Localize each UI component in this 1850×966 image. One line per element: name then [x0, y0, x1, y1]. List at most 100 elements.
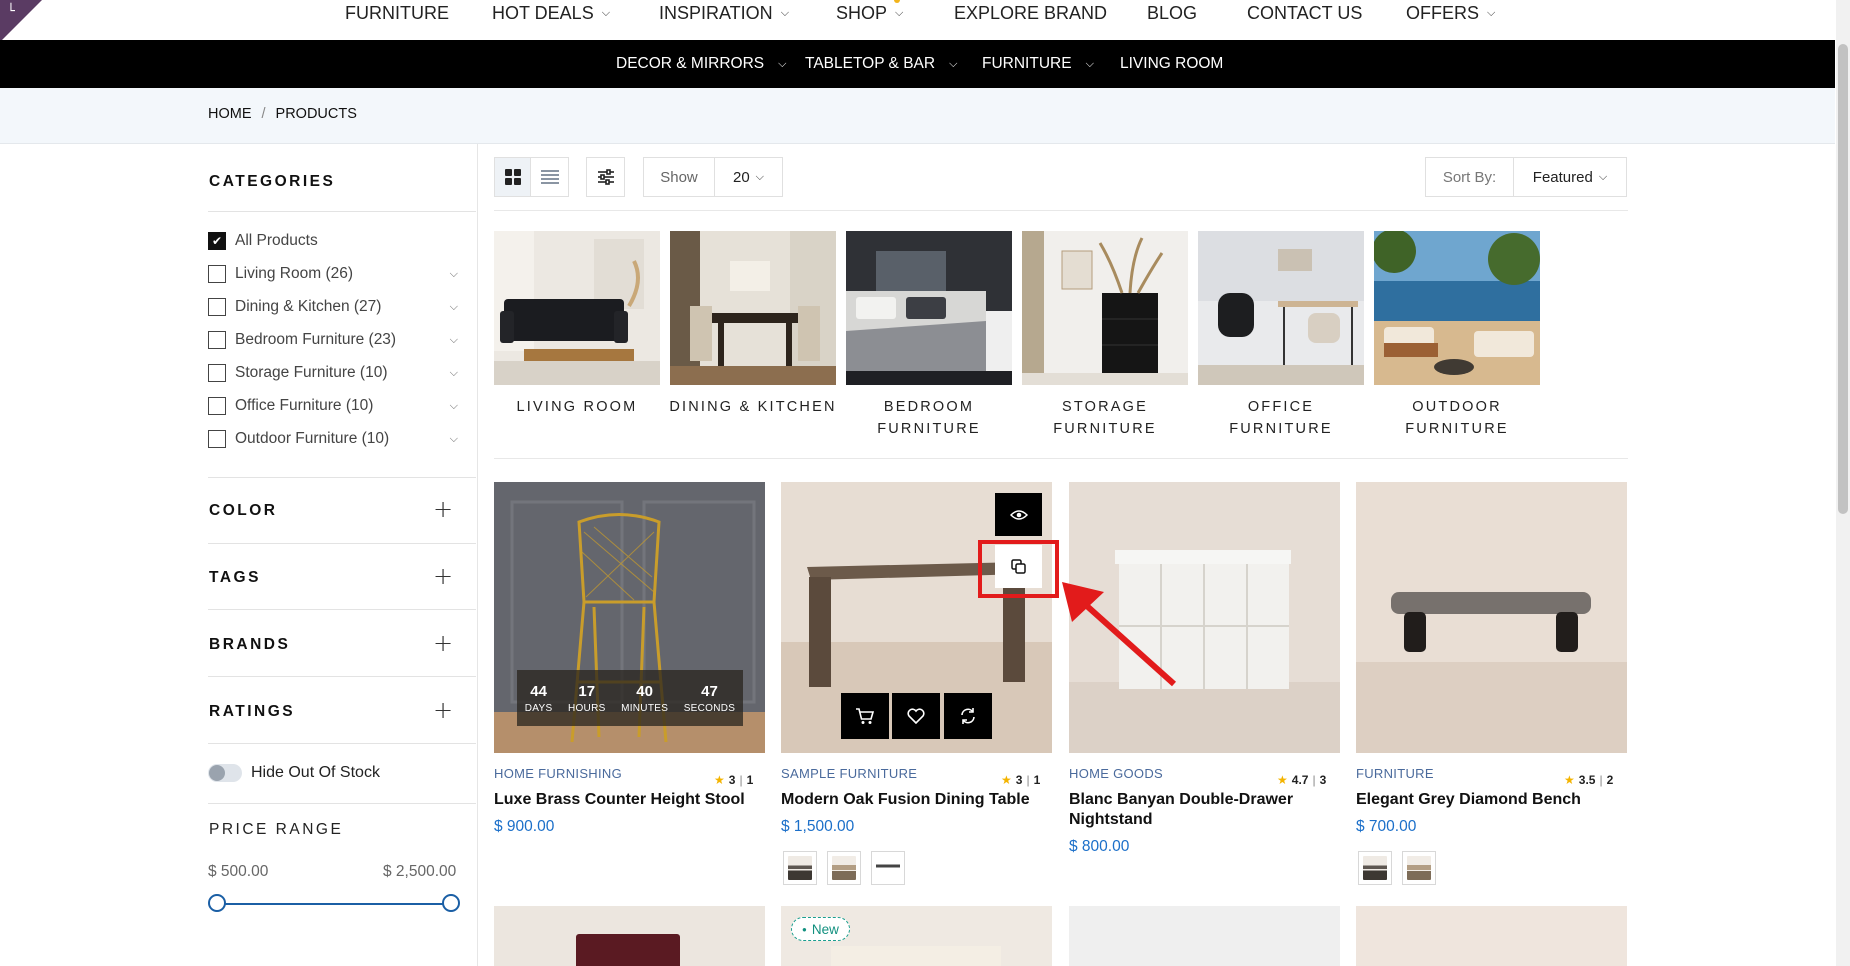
- divider: [208, 743, 476, 744]
- nav-explore-brand[interactable]: EXPLORE BRAND: [954, 0, 1107, 26]
- category-all-products[interactable]: ✔ All Products: [208, 230, 458, 252]
- breadcrumb: HOME / PRODUCTS: [208, 106, 357, 122]
- color-swatch[interactable]: [827, 851, 861, 885]
- wishlist-button[interactable]: [892, 693, 940, 739]
- breadcrumb-current: PRODUCTS: [275, 106, 357, 122]
- checkbox[interactable]: [208, 397, 226, 415]
- checkbox[interactable]: [208, 298, 226, 316]
- divider: [208, 477, 476, 478]
- breadcrumb-home[interactable]: HOME: [208, 106, 252, 122]
- subnav-tabletop-bar[interactable]: TABLETOP & BAR ⌵: [805, 40, 957, 88]
- product-category[interactable]: HOME GOODS: [1069, 766, 1163, 781]
- plus-icon[interactable]: +: [433, 631, 453, 655]
- tile-label-office-furniture[interactable]: OFFICE FURNITURE: [1193, 396, 1369, 440]
- checkbox-checked[interactable]: ✔: [208, 232, 226, 250]
- add-to-cart-button[interactable]: [841, 693, 889, 739]
- chevron-down-icon[interactable]: ⌵: [450, 432, 458, 446]
- product-image-row2-3[interactable]: [1069, 906, 1340, 966]
- product-image-row2-1[interactable]: [494, 906, 765, 966]
- compare-refresh-button[interactable]: [944, 693, 992, 739]
- nav-contact-us[interactable]: CONTACT US: [1247, 0, 1362, 26]
- chevron-down-icon: ⌵: [755, 170, 765, 183]
- chevron-down-icon: ⌵: [1487, 6, 1496, 19]
- subnav-decor-mirrors[interactable]: DECOR & MIRRORS ⌵: [616, 40, 786, 88]
- subnav-furniture[interactable]: FURNITURE ⌵: [982, 40, 1094, 88]
- filter-color-title[interactable]: COLOR: [209, 502, 277, 520]
- category-bedroom-furniture[interactable]: Bedroom Furniture (23) ⌵: [208, 329, 458, 351]
- product-name[interactable]: Modern Oak Fusion Dining Table: [781, 790, 1051, 810]
- star-icon: ★: [1564, 773, 1575, 787]
- sort-select[interactable]: Featured ⌵: [1513, 157, 1627, 197]
- checkbox[interactable]: [208, 265, 226, 283]
- new-badge: ● New: [791, 917, 850, 941]
- chevron-down-icon[interactable]: ⌵: [450, 333, 458, 347]
- category-storage-furniture[interactable]: Storage Furniture (10) ⌵: [208, 362, 458, 384]
- product-category[interactable]: SAMPLE FURNITURE: [781, 766, 917, 781]
- tile-image-office-furniture[interactable]: [1198, 231, 1364, 385]
- filter-ratings-title[interactable]: RATINGS: [209, 703, 295, 721]
- tile-label-outdoor-furniture[interactable]: OUTDOOR FURNITURE: [1369, 396, 1545, 440]
- filter-button[interactable]: [586, 157, 625, 197]
- chevron-down-icon: ⌵: [895, 6, 904, 19]
- tile-image-storage-furniture[interactable]: [1022, 231, 1188, 385]
- show-count-value: 20: [732, 168, 750, 186]
- nav-inspiration[interactable]: INSPIRATION ⌵: [659, 0, 789, 26]
- list-view-button[interactable]: [530, 157, 569, 197]
- price-slider-max-handle[interactable]: [442, 894, 460, 912]
- quick-view-button[interactable]: [995, 493, 1042, 536]
- category-dining-kitchen[interactable]: Dining & Kitchen (27) ⌵: [208, 296, 458, 318]
- product-rating: ★ 3 | 1: [714, 773, 754, 787]
- product-name[interactable]: Blanc Banyan Double-Drawer Nightstand: [1069, 790, 1339, 830]
- product-image-row2-4[interactable]: [1356, 906, 1627, 966]
- plus-icon[interactable]: +: [433, 698, 453, 722]
- tile-label-dining-kitchen[interactable]: DINING & KITCHEN: [665, 396, 841, 418]
- color-swatch[interactable]: [1402, 851, 1436, 885]
- chevron-down-icon[interactable]: ⌵: [450, 300, 458, 314]
- color-swatch[interactable]: [1358, 851, 1392, 885]
- hide-out-of-stock-toggle[interactable]: [208, 764, 242, 782]
- nav-blog[interactable]: BLOG: [1147, 0, 1197, 26]
- cart-icon: [856, 708, 875, 724]
- corner-arrow-icon[interactable]: └: [7, 4, 15, 19]
- category-office-furniture[interactable]: Office Furniture (10) ⌵: [208, 395, 458, 417]
- tile-image-outdoor-furniture[interactable]: [1374, 231, 1540, 385]
- nav-furniture[interactable]: FURNITURE: [345, 0, 449, 26]
- grid-view-button[interactable]: [494, 157, 531, 197]
- filter-brands-title[interactable]: BRANDS: [209, 636, 290, 654]
- category-label: Office Furniture (10): [235, 397, 374, 414]
- tile-image-living-room[interactable]: [494, 231, 660, 385]
- tile-image-bedroom-furniture[interactable]: [846, 231, 1012, 385]
- checkbox[interactable]: [208, 430, 226, 448]
- product-name[interactable]: Luxe Brass Counter Height Stool: [494, 790, 764, 810]
- price-max: $ 2,500.00: [383, 863, 457, 880]
- show-count-select[interactable]: 20 ⌵: [714, 157, 783, 197]
- checkbox[interactable]: [208, 364, 226, 382]
- subnav-living-room[interactable]: LIVING ROOM: [1120, 40, 1223, 88]
- tile-label-storage-furniture[interactable]: STORAGE FURNITURE: [1017, 396, 1193, 440]
- plus-icon[interactable]: +: [433, 564, 453, 588]
- nav-offers[interactable]: OFFERS ⌵: [1406, 0, 1495, 26]
- nav-hot-deals[interactable]: HOT DEALS ⌵: [492, 0, 610, 26]
- scrollbar-thumb[interactable]: [1838, 44, 1848, 514]
- category-living-room[interactable]: Living Room (26) ⌵: [208, 263, 458, 285]
- tile-label-bedroom-furniture[interactable]: BEDROOM FURNITURE: [841, 396, 1017, 440]
- color-swatch[interactable]: [783, 851, 817, 885]
- plus-icon[interactable]: +: [433, 497, 453, 521]
- checkbox[interactable]: [208, 331, 226, 349]
- eye-icon: [1009, 509, 1028, 520]
- price-slider-track[interactable]: [217, 903, 451, 905]
- filter-tags-title[interactable]: TAGS: [209, 569, 261, 587]
- product-category[interactable]: HOME FURNISHING: [494, 766, 622, 781]
- tile-image-dining-kitchen[interactable]: [670, 231, 836, 385]
- category-outdoor-furniture[interactable]: Outdoor Furniture (10) ⌵: [208, 428, 458, 450]
- product-image-elegant-grey-bench[interactable]: [1356, 482, 1627, 753]
- product-category[interactable]: FURNITURE: [1356, 766, 1434, 781]
- chevron-down-icon[interactable]: ⌵: [450, 267, 458, 281]
- nav-shop[interactable]: SHOP ⌵: [836, 0, 903, 26]
- product-name[interactable]: Elegant Grey Diamond Bench: [1356, 790, 1626, 810]
- color-swatch[interactable]: [871, 851, 905, 885]
- price-slider-min-handle[interactable]: [208, 894, 226, 912]
- tile-label-living-room[interactable]: LIVING ROOM: [489, 396, 665, 418]
- chevron-down-icon[interactable]: ⌵: [450, 399, 458, 413]
- chevron-down-icon[interactable]: ⌵: [450, 366, 458, 380]
